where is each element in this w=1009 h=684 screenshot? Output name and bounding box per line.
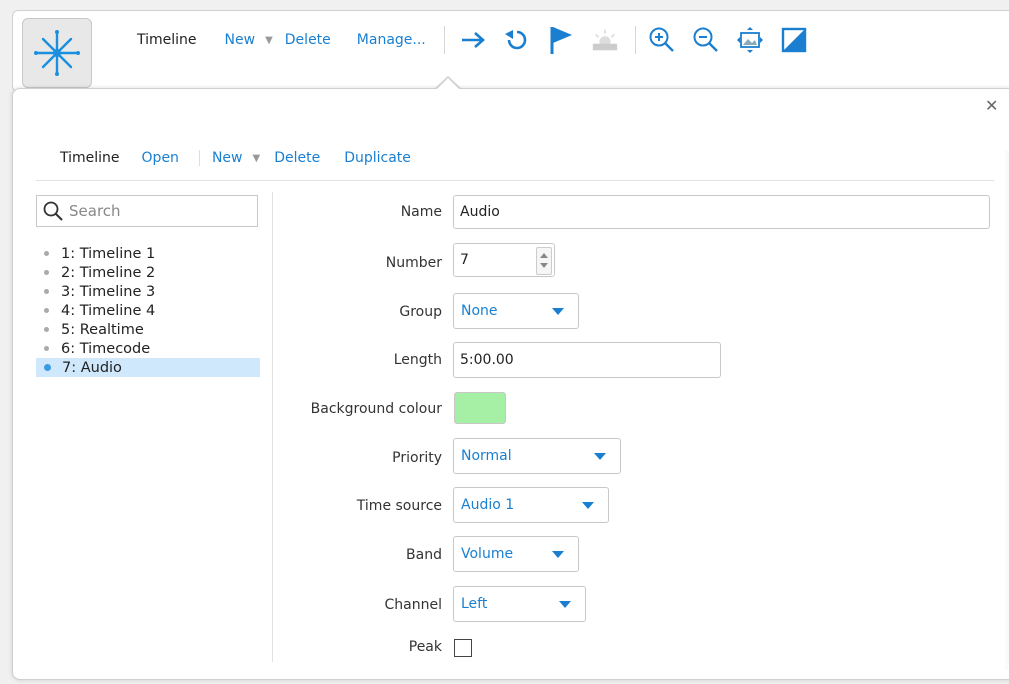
channel-label: Channel: [384, 597, 442, 613]
length-value: 5:00.00: [460, 352, 514, 368]
toolbar-divider: [443, 26, 445, 54]
panel-new-button[interactable]: New: [212, 150, 243, 166]
chevron-down-icon: [582, 502, 594, 509]
timeline-list-item[interactable]: 6: Timecode: [36, 339, 260, 358]
star-logo-icon: [34, 30, 80, 76]
time-source-value: Audio 1: [461, 497, 515, 513]
name-label: Name: [400, 204, 442, 220]
toolbar-new-dropdown-icon[interactable]: ▼: [265, 35, 273, 46]
search-icon: [43, 201, 63, 221]
duplicate-button[interactable]: Duplicate: [344, 150, 411, 166]
timeline-list-item[interactable]: 1: Timeline 1: [36, 244, 260, 263]
timeline-list-item[interactable]: 5: Realtime: [36, 320, 260, 339]
time-source-select[interactable]: Audio 1: [453, 487, 609, 523]
timeline-list-pane: 1: Timeline 1 2: Timeline 2 3: Timeline 3 4…: [36, 192, 273, 662]
toolbar-delete-button[interactable]: Delete: [285, 32, 331, 48]
close-icon[interactable]: ✕: [985, 96, 998, 115]
main-toolbar: Timeline New ▼ Delete Manage...: [137, 20, 824, 60]
channel-select[interactable]: Left: [453, 586, 586, 622]
chevron-down-icon: [559, 601, 571, 608]
zoom-in-icon[interactable]: [648, 26, 676, 54]
bullet-icon: [44, 270, 49, 275]
bullet-icon: [44, 327, 49, 332]
timeline-list-item[interactable]: 2: Timeline 2: [36, 263, 260, 282]
length-label: Length: [393, 352, 442, 368]
timeline-list-item-label: 6: Timecode: [61, 340, 151, 357]
timeline-list-item-label: 3: Timeline 3: [61, 283, 156, 300]
band-label: Band: [406, 547, 442, 563]
peak-label: Peak: [408, 639, 442, 655]
sunrise-icon[interactable]: [591, 26, 619, 54]
name-field[interactable]: Audio: [453, 195, 990, 229]
timeline-list-item[interactable]: 4: Timeline 4: [36, 301, 260, 320]
group-label: Group: [399, 304, 442, 320]
priority-label: Priority: [392, 450, 442, 466]
bullet-icon: [44, 251, 49, 256]
panel-scroll-edge: [1005, 150, 1009, 670]
timeline-list-item-label: 2: Timeline 2: [61, 264, 156, 281]
name-value: Audio: [460, 204, 500, 220]
channel-value: Left: [461, 596, 488, 612]
toolbar-manage-button[interactable]: Manage...: [357, 32, 426, 48]
chevron-down-icon: [552, 551, 564, 558]
time-source-label: Time source: [356, 498, 442, 514]
flag-icon[interactable]: [547, 26, 575, 54]
priority-select[interactable]: Normal: [453, 438, 621, 474]
zoom-out-icon[interactable]: [692, 26, 720, 54]
number-label: Number: [385, 255, 442, 271]
band-value: Volume: [461, 546, 514, 562]
panel-toolbar-separator: [36, 180, 994, 181]
arrow-right-icon[interactable]: [459, 26, 487, 54]
stepper-icon[interactable]: [536, 247, 552, 275]
open-button[interactable]: Open: [142, 150, 179, 166]
group-select[interactable]: None: [453, 293, 579, 329]
priority-value: Normal: [461, 448, 512, 464]
undo-icon[interactable]: [503, 26, 531, 54]
panel-pointer-inner: [436, 78, 460, 90]
length-field[interactable]: 5:00.00: [453, 342, 721, 378]
timeline-list-item-label: 1: Timeline 1: [61, 245, 156, 262]
panel-new-dropdown-icon[interactable]: ▼: [252, 153, 260, 164]
timeline-list-item-label: 4: Timeline 4: [61, 302, 156, 319]
number-stepper[interactable]: 7: [453, 243, 555, 277]
number-value: 7: [460, 252, 469, 268]
timeline-list: 1: Timeline 1 2: Timeline 2 3: Timeline 3 4…: [36, 244, 260, 377]
toolbar-divider-2: [634, 26, 636, 54]
panel-toolbar: Timeline Open New ▼ Delete Duplicate: [60, 146, 411, 170]
fit-image-icon[interactable]: [736, 26, 764, 54]
timeline-list-item[interactable]: 7: Audio: [36, 358, 260, 377]
toolbar-title: Timeline: [137, 32, 197, 48]
band-select[interactable]: Volume: [453, 536, 579, 572]
bullet-icon: [44, 364, 51, 371]
bullet-icon: [44, 346, 49, 351]
contrast-icon[interactable]: [780, 26, 808, 54]
chevron-down-icon: [594, 453, 606, 460]
chevron-down-icon: [552, 308, 564, 315]
toolbar-new-button[interactable]: New: [225, 32, 256, 48]
timeline-list-item-label: 7: Audio: [62, 359, 122, 376]
search-box[interactable]: [36, 195, 258, 227]
group-value: None: [461, 303, 498, 319]
timeline-list-item-label: 5: Realtime: [61, 321, 144, 338]
panel-toolbar-divider: [198, 150, 200, 166]
background-colour-label: Background colour: [310, 401, 442, 417]
panel-delete-button[interactable]: Delete: [274, 150, 320, 166]
search-input[interactable]: [69, 202, 249, 220]
panel-title: Timeline: [60, 150, 120, 166]
bullet-icon: [44, 308, 49, 313]
app-logo[interactable]: [22, 18, 92, 88]
background-colour-swatch[interactable]: [454, 392, 506, 424]
timeline-list-item[interactable]: 3: Timeline 3: [36, 282, 260, 301]
peak-checkbox[interactable]: [454, 639, 472, 657]
bullet-icon: [44, 289, 49, 294]
